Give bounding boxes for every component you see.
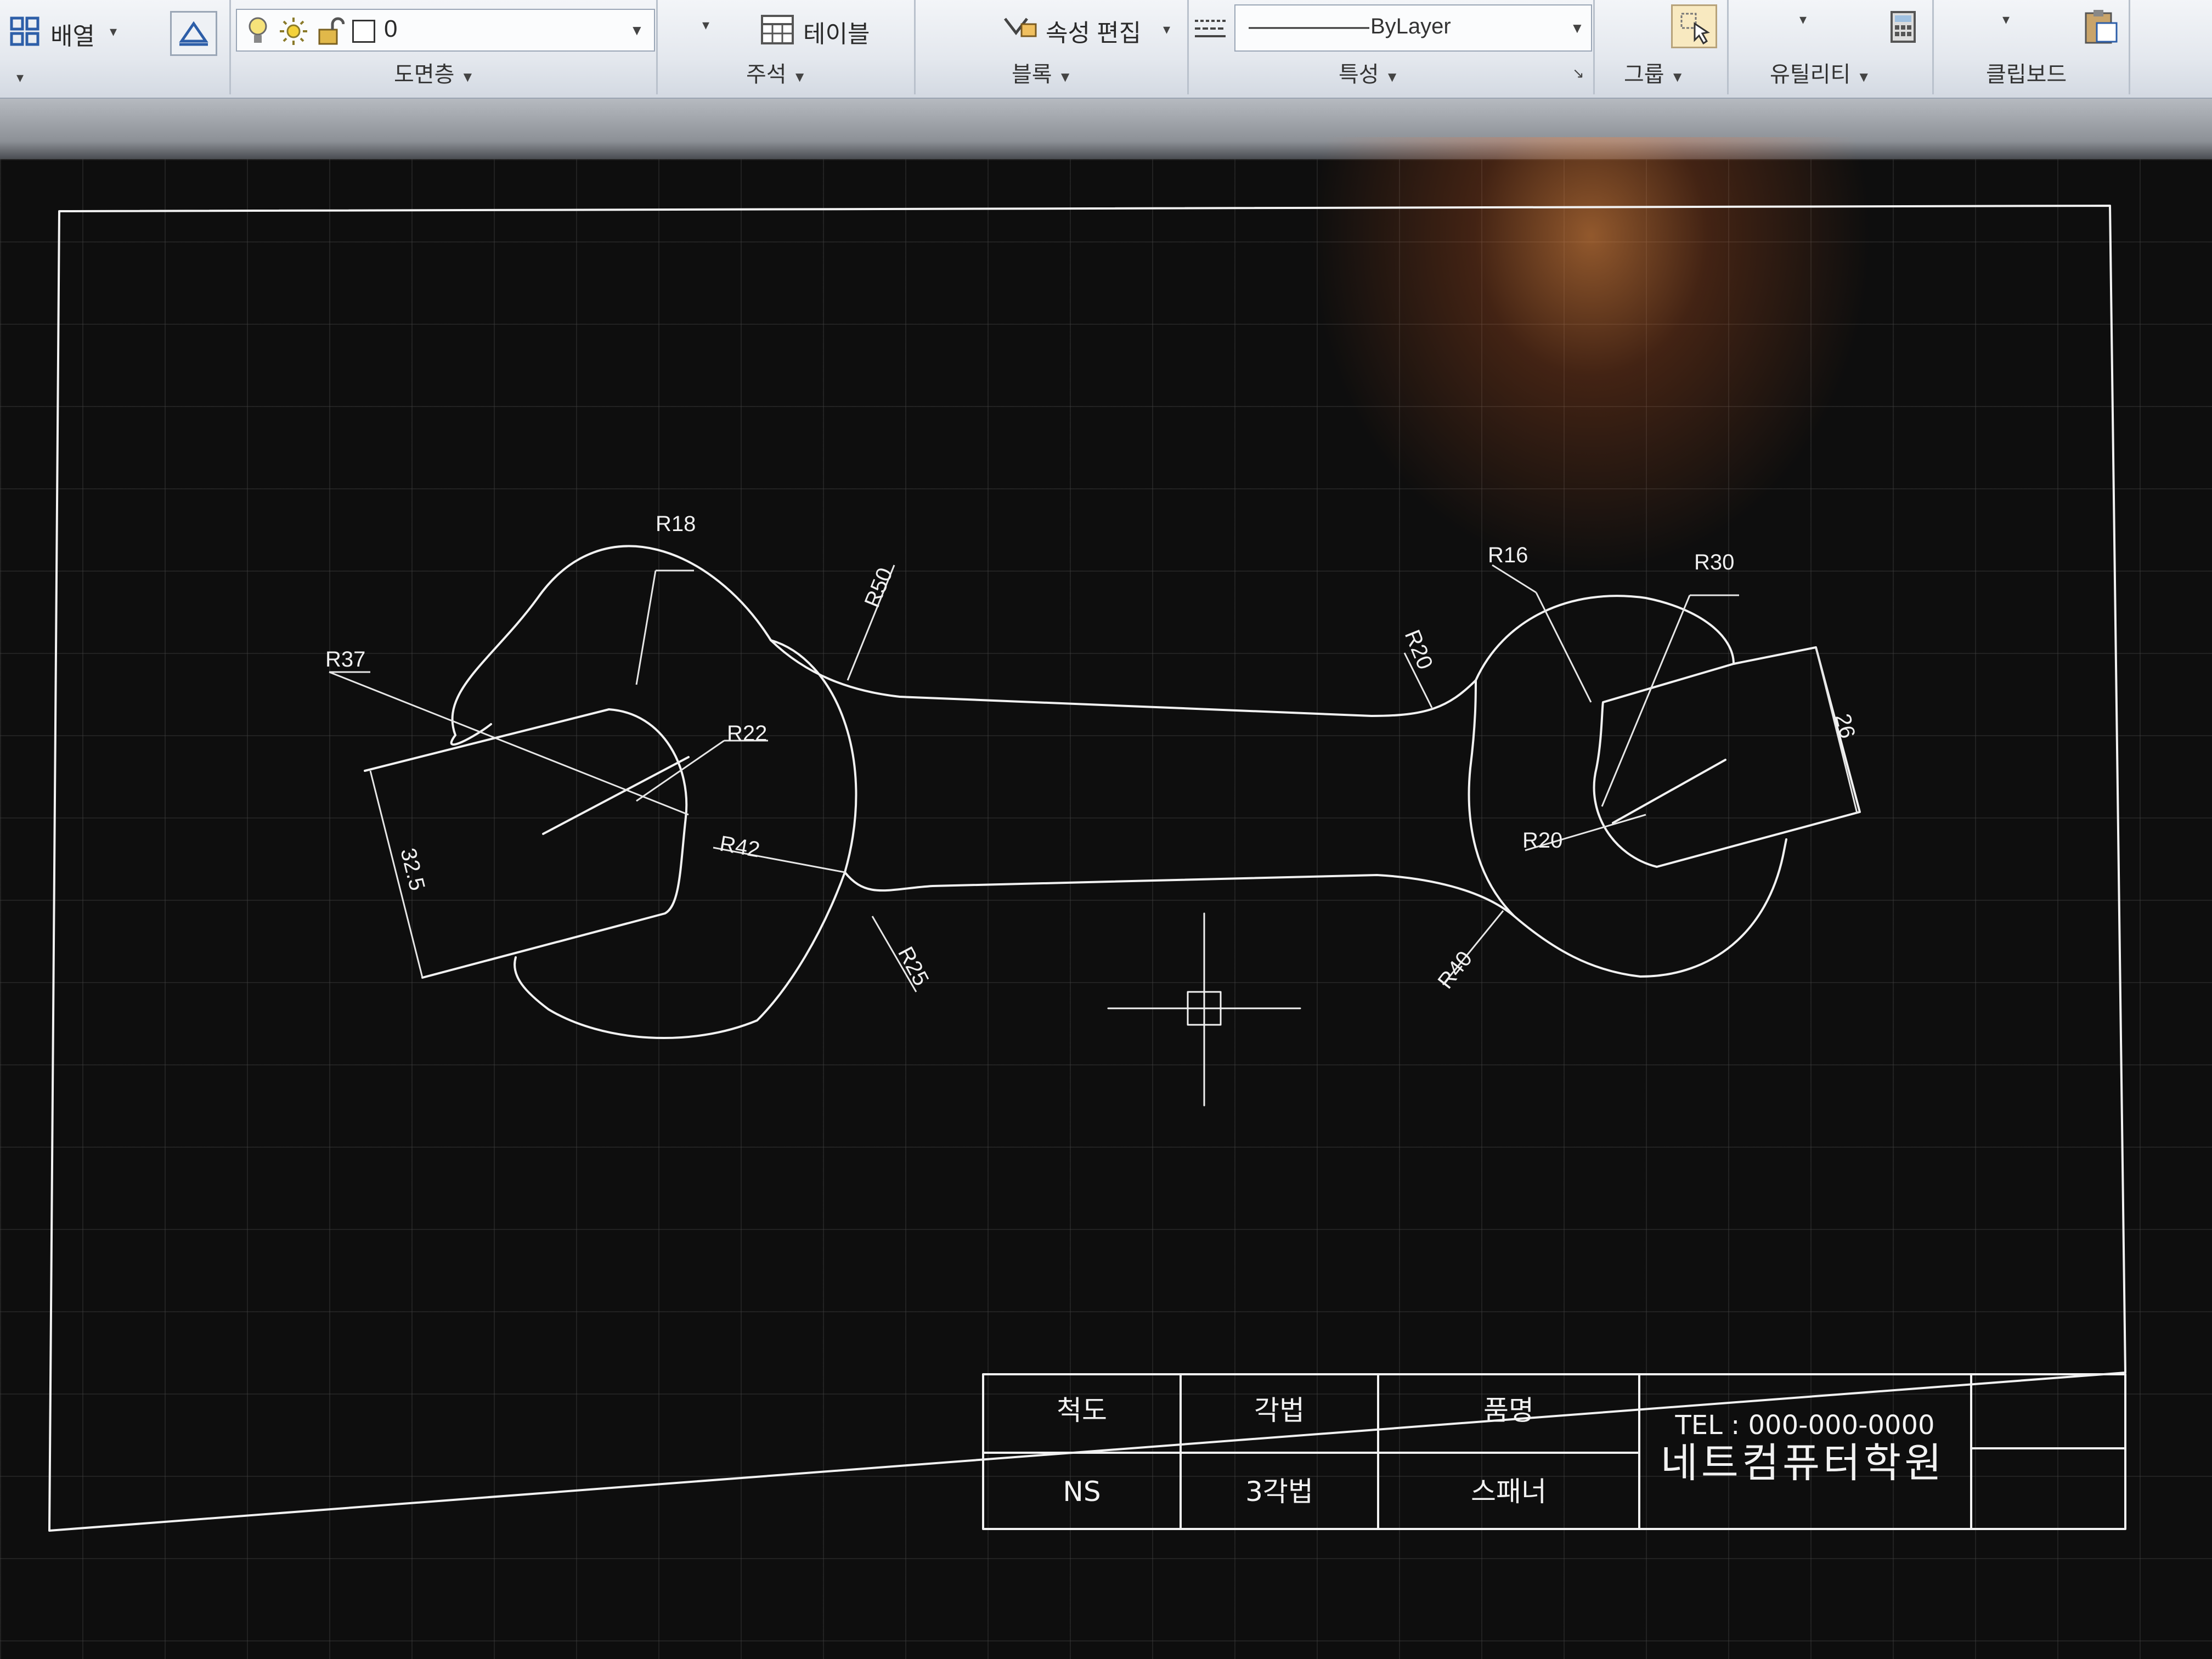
panel-separator	[656, 0, 658, 94]
measure-dropdown-arrow[interactable]: ▾	[1799, 11, 1807, 28]
sun-icon	[279, 16, 308, 49]
linetype-value: ByLayer	[1370, 14, 1451, 38]
ribbon: 배열 ▾ ▾ 0 ▼ 도면층 ▼ ▾ 테이블 주석 ▼ 속성 편집 ▾ 블록 ▼…	[0, 0, 2212, 99]
title-block-part-name-value: 스패너	[1471, 1476, 1547, 1508]
panel-label-block-text: 블록	[1012, 63, 1052, 87]
panel-label-utilities[interactable]: 유틸리티 ▼	[1770, 58, 1871, 91]
panel-label-clipboard-text: 클립보드	[1986, 63, 2067, 87]
lightbulb-icon	[247, 15, 269, 49]
dim-label-r18: R18	[656, 512, 696, 536]
panel-label-utilities-text: 유틸리티	[1770, 63, 1851, 87]
panel-label-clipboard[interactable]: 클립보드	[1986, 58, 2067, 91]
linetype-dropdown-arrow[interactable]: ▼	[1570, 20, 1584, 37]
panel-label-properties[interactable]: 특성 ▼	[1339, 58, 1399, 91]
dim-label-r16: R16	[1488, 543, 1528, 567]
attribute-edit-button[interactable]: 속성 편집	[1046, 13, 1141, 48]
dim-label-r37: R37	[325, 647, 365, 672]
dimension-lines	[329, 564, 1858, 992]
dim-label-32-5: 32.5	[396, 846, 430, 893]
title-block-scale-label: 척도	[1057, 1395, 1107, 1426]
dim-label-r22: R22	[727, 721, 767, 746]
linetype-dropdown[interactable]: ByLayer ▼	[1234, 4, 1592, 52]
title-block-projection-label: 각법	[1254, 1395, 1305, 1426]
layer-dropdown[interactable]: 0 ▼	[236, 9, 655, 52]
panel-separator	[2129, 0, 2130, 94]
panel-label-annotation[interactable]: 주석 ▼	[746, 58, 806, 91]
panel-label-annotation-text: 주석	[746, 63, 787, 87]
panel-separator	[1932, 0, 1934, 94]
linetype-sample	[1249, 27, 1369, 29]
panel-separator	[914, 0, 916, 94]
title-block: 척도 각법 품명 NS 3각법 스패너 TEL : 000-000-0000 네…	[982, 1373, 2126, 1530]
array-dropdown-arrow[interactable]: ▾	[110, 23, 117, 40]
panel-label-groups[interactable]: 그룹 ▼	[1624, 58, 1684, 91]
array-button[interactable]: 배열	[50, 16, 95, 52]
dim-label-r20-inner: R20	[1522, 828, 1562, 853]
drawing-canvas[interactable]: R18 R37 R22 R50 R42 R25 32.5 R16 R30 R20…	[0, 137, 2212, 1659]
title-block-tel: TEL : 000-000-0000	[1674, 1410, 1934, 1441]
spanner-outline	[364, 545, 1861, 1040]
drawing-border	[48, 205, 2126, 1532]
dim-label-r25: R25	[893, 943, 933, 990]
panel-label-layers[interactable]: 도면층 ▼	[394, 58, 475, 91]
title-block-part-name-label: 품명	[1483, 1395, 1534, 1426]
dim-label-r30: R30	[1694, 550, 1734, 574]
table-button[interactable]: 테이블	[803, 14, 870, 49]
group-select-icon[interactable]	[1671, 4, 1717, 48]
layer-name: 0	[384, 15, 398, 42]
dim-label-r20-top: R20	[1400, 627, 1437, 673]
panel-label-block[interactable]: 블록 ▼	[1012, 58, 1072, 91]
title-block-company: 네트컴퓨터학원	[1661, 1440, 1945, 1487]
text-dropdown-arrow[interactable]: ▾	[702, 16, 709, 33]
attribute-edit-dropdown-arrow[interactable]: ▾	[1163, 21, 1170, 38]
dim-label-26: 26	[1830, 712, 1859, 741]
panel-separator	[1187, 0, 1189, 94]
layer-dropdown-arrow[interactable]: ▼	[630, 22, 644, 39]
array-icon[interactable]	[10, 16, 40, 46]
properties-launcher-icon[interactable]: ↘	[1572, 65, 1584, 82]
paste-dropdown-arrow[interactable]: ▾	[2002, 11, 2010, 28]
calculator-icon[interactable]	[1889, 10, 1917, 47]
unlock-icon	[317, 16, 345, 49]
title-block-projection-value: 3각법	[1245, 1476, 1313, 1508]
dim-label-r42: R42	[718, 832, 761, 862]
dim-label-r50: R50	[860, 565, 898, 611]
modify-panel-arrow[interactable]: ▾	[16, 69, 24, 86]
panel-label-layers-text: 도면층	[394, 63, 455, 87]
crosshair-cursor	[1107, 912, 1301, 1107]
panel-separator	[1727, 0, 1729, 94]
dimension-labels: R18 R37 R22 R50 R42 R25 32.5 R16 R30 R20…	[325, 512, 1860, 994]
panel-label-properties-text: 특성	[1339, 63, 1379, 87]
dim-label-r40: R40	[1433, 947, 1477, 994]
panel-label-groups-text: 그룹	[1624, 63, 1664, 87]
ribbon-canvas-divider	[0, 99, 2212, 159]
drawing-svg: R18 R37 R22 R50 R42 R25 32.5 R16 R30 R20…	[48, 205, 2126, 1532]
panel-separator	[1593, 0, 1595, 94]
title-block-scale-value: NS	[1063, 1476, 1101, 1508]
clipboard-icon[interactable]	[2083, 9, 2119, 48]
linetype-icon[interactable]	[1194, 16, 1227, 44]
table-icon[interactable]	[760, 14, 794, 48]
color-swatch-icon	[352, 20, 375, 43]
panel-separator	[229, 0, 231, 94]
attribute-edit-icon[interactable]	[1002, 13, 1040, 47]
edit-tool-icon[interactable]	[170, 11, 217, 56]
